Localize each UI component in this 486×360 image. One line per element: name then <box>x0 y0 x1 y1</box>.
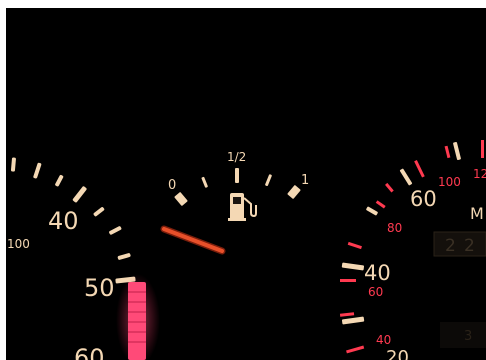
fuel-label-full: 1 <box>301 173 309 188</box>
tachometer-redline <box>128 282 146 360</box>
kmh-label-60: 60 <box>368 285 383 299</box>
photo-background <box>6 8 486 360</box>
mph-label-40: 40 <box>364 261 391 285</box>
instrument-cluster-photo: 40 50 60 100 0 1/2 1 40 60 M 40 60 80 10… <box>0 0 486 360</box>
fuel-tick-half <box>235 168 239 183</box>
tach-label-100: 100 <box>7 237 30 251</box>
odometer-digit: 2 <box>464 236 475 256</box>
trip-odometer: 3 <box>440 322 486 348</box>
mph-label-20-partial: 20 <box>386 347 409 360</box>
kmh-label-12: 12 <box>473 167 486 181</box>
tach-label-60: 60 <box>74 344 105 360</box>
odometer-digit: 2 <box>445 236 456 256</box>
mph-label-60: 60 <box>410 187 437 211</box>
tach-label-40: 40 <box>48 207 79 235</box>
fuel-label-half: 1/2 <box>227 150 246 164</box>
kmh-label-80: 80 <box>387 221 402 235</box>
kmh-tick <box>481 140 484 158</box>
tach-label-50: 50 <box>84 274 115 302</box>
kmh-tick <box>340 279 356 282</box>
kmh-label-40: 40 <box>376 333 391 347</box>
fuel-label-empty: 0 <box>168 178 176 193</box>
tach-tick <box>10 157 16 172</box>
kmh-label-100: 100 <box>438 175 461 189</box>
odometer: 2 2 <box>433 231 486 257</box>
trip-digit: 3 <box>464 329 472 344</box>
unit-partial: M <box>470 204 484 223</box>
